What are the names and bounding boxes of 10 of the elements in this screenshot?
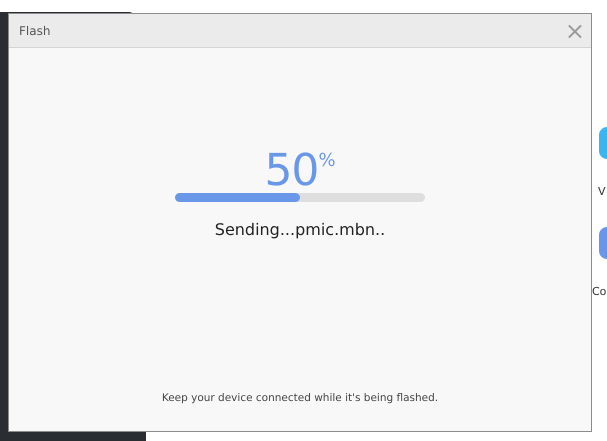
window-title: Flash — [19, 22, 50, 40]
app-icon — [599, 227, 607, 259]
close-button[interactable]: × — [564, 18, 585, 42]
app-label: V — [598, 186, 606, 197]
percent-value: 50 — [264, 149, 318, 193]
app-label: Co — [592, 286, 606, 297]
hint-text: Keep your device connected while it's being flashed. — [162, 391, 438, 406]
percent-sign: % — [318, 149, 336, 173]
status-text: Sending...pmic.mbn.. — [214, 219, 386, 241]
app-icon — [599, 127, 607, 159]
